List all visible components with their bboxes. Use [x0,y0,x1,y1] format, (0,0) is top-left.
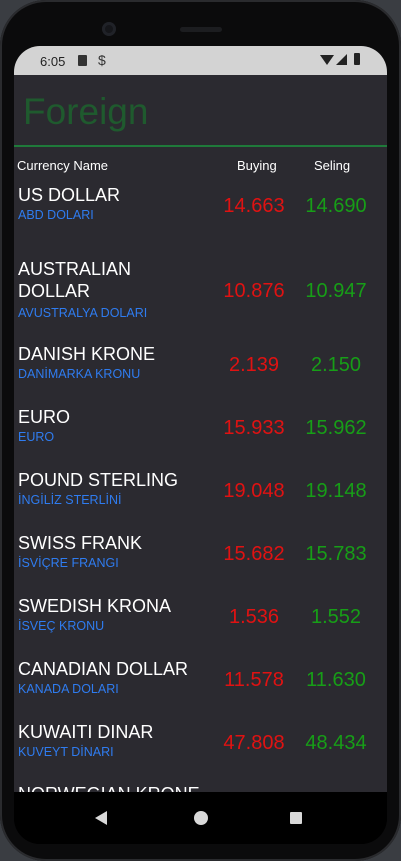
selling-rate: 15.783 [305,543,367,565]
app-title: Foreign [23,91,149,132]
column-header-name: Currency Name [17,158,109,173]
currency-local-name: KANADA DOLARI [18,682,119,696]
phone-frame: 6:05 $ Foreign Currency Name Buying Seli… [0,0,401,861]
back-icon[interactable] [95,811,107,825]
currency-local-name: İSVİÇRE FRANGI [18,556,119,570]
selling-rate: 11.630 [306,669,366,691]
buying-rate: 10.876 [223,280,285,302]
signal-icon [336,54,347,65]
column-header-selling: Seling [314,158,351,173]
currency-local-name: DANİMARKA KRONU [18,367,141,381]
screen: 6:05 $ Foreign Currency Name Buying Seli… [14,46,387,844]
front-camera [102,22,116,36]
buying-rate: 14.663 [223,195,285,217]
selling-rate: 48.434 [305,732,367,754]
currency-name: SWEDISH KRONA [18,596,172,616]
currency-name: AUSTRALIAN DOLLAR [18,259,132,301]
selling-rate: 1.552 [310,606,362,628]
selling-rate: 15.962 [305,417,367,439]
currency-local-name: KUVEYT DİNARI [18,745,114,759]
selling-rate: 14.690 [305,195,367,217]
wifi-icon [320,55,334,65]
currency-name: SWISS FRANK [18,533,143,553]
currency-local-name: İNGİLİZ STERLİNİ [18,493,122,507]
selling-rate: 19.148 [305,480,367,502]
currency-local-name: ABD DOLARI [18,208,94,222]
currency-local-name: İSVEÇ KRONU [18,619,105,633]
status-time: 6:05 [40,54,66,69]
currency-name: EURO [18,407,71,427]
selling-rate: 10.947 [305,280,367,302]
currency-name: DANISH KRONE [18,344,156,364]
battery-icon [354,53,360,65]
currency-local-name: EURO [18,430,55,444]
recents-icon[interactable] [290,812,302,824]
buying-rate: 15.682 [223,543,285,565]
buying-rate: 11.578 [224,669,284,691]
currency-app: Foreign Currency Name Buying Seling US D… [14,75,387,792]
currency-name: KUWAITI DINAR [18,722,154,742]
buying-rate: 19.048 [223,480,285,502]
buying-rate: 1.536 [228,606,280,628]
status-bar: 6:05 $ [14,46,387,75]
title-divider [14,145,387,147]
currency-name: POUND STERLING [18,470,179,490]
sim-card-icon [78,55,87,66]
earpiece-speaker [180,27,222,32]
buying-rate: 47.808 [223,732,285,754]
navigation-bar [14,792,387,844]
currency-name: US DOLLAR [18,185,121,205]
sync-icon: $ [98,52,106,68]
selling-rate: 2.150 [310,354,362,376]
buying-rate: 2.139 [228,354,280,376]
column-header-buying: Buying [237,158,277,173]
currency-name: NORWEGIAN KRONE [18,783,208,792]
buying-rate: 15.933 [223,417,285,439]
home-icon[interactable] [194,811,208,825]
currency-name: CANADIAN DOLLAR [18,659,189,679]
currency-local-name: AVUSTRALYA DOLARI [18,306,148,320]
